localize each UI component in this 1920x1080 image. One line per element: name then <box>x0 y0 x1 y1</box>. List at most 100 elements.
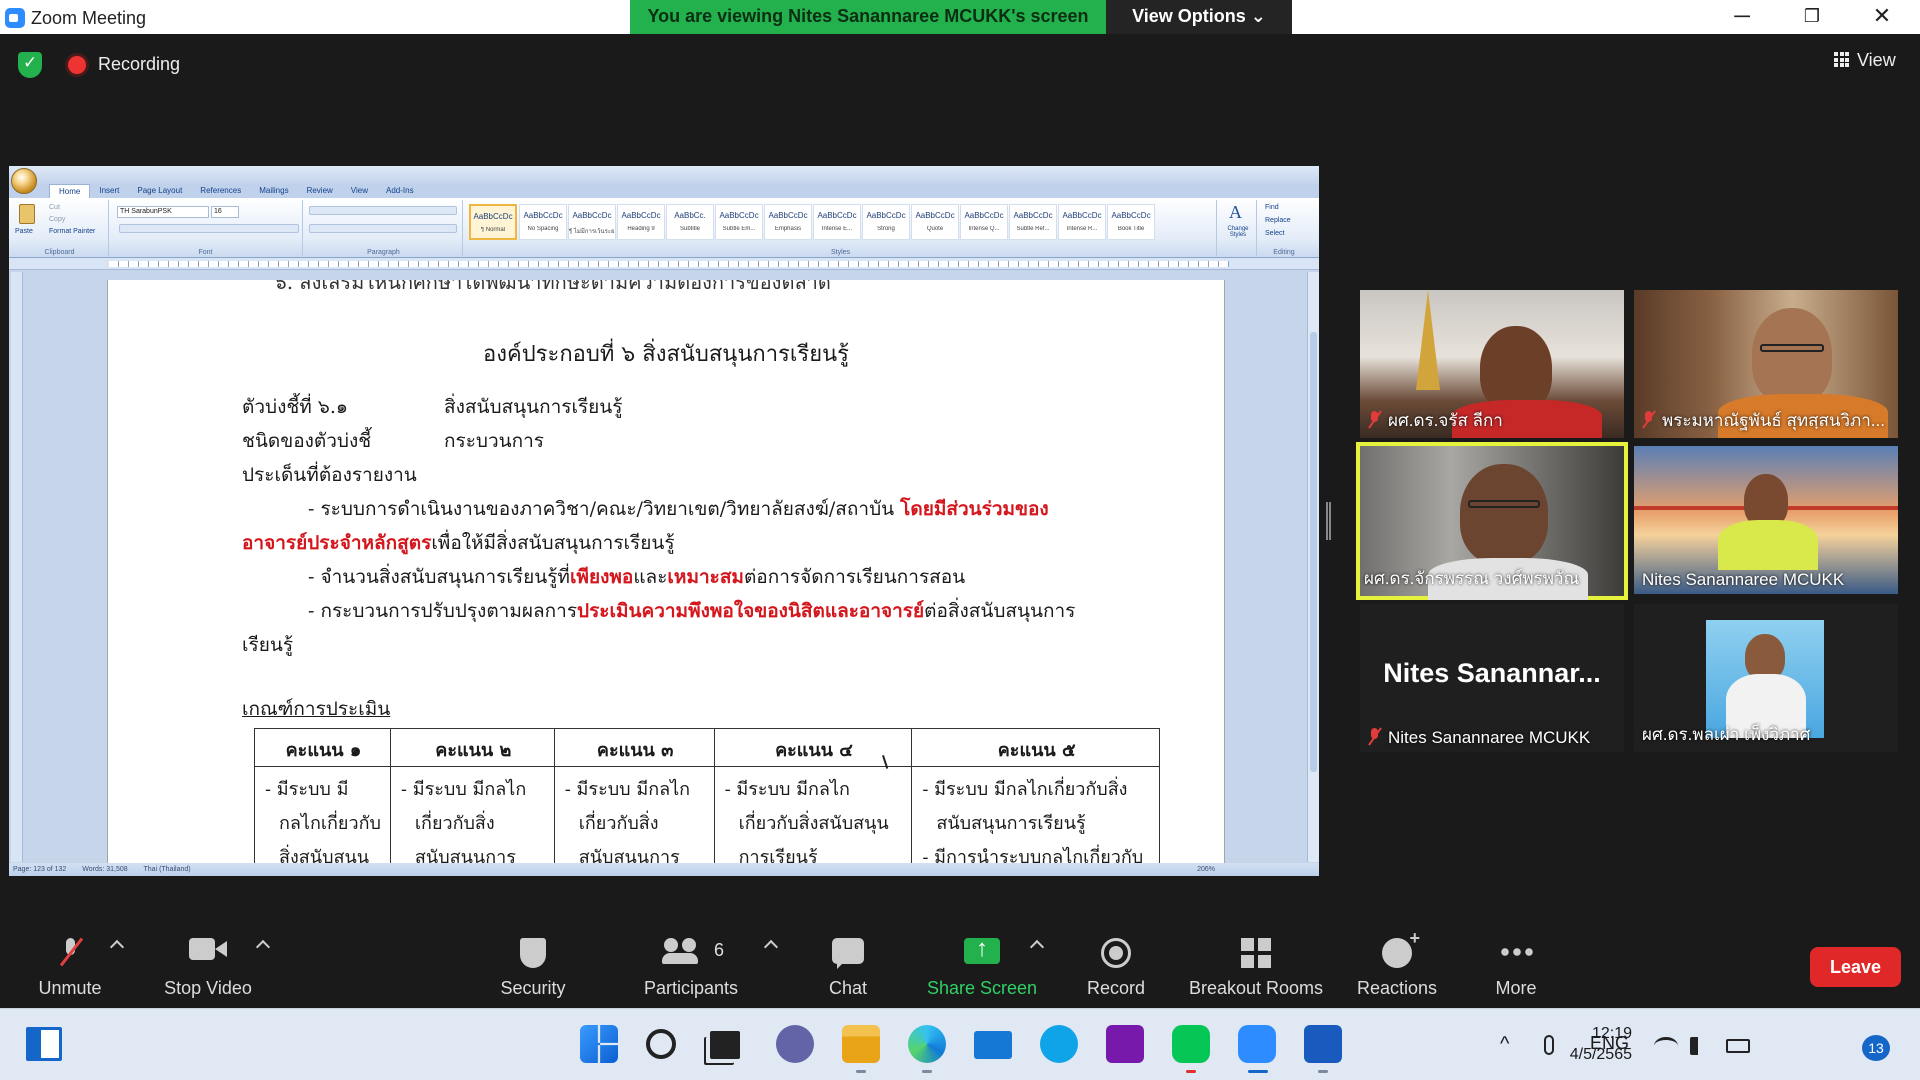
participant-tile-2[interactable]: พระมหาณัฐพันธ์ สุทสฺสนวิภา... <box>1634 290 1898 438</box>
status-words[interactable]: Words: 31,508 <box>82 866 127 873</box>
battery-icon[interactable] <box>1726 1039 1750 1053</box>
participant-tile-3-active-speaker[interactable]: ผศ.ดร.จักรพรรณ วงศ์พรพวัณ <box>1356 442 1628 600</box>
change-styles-icon[interactable]: A <box>1229 202 1242 223</box>
search-icon[interactable] <box>646 1029 676 1059</box>
style-subtitle[interactable]: AaBbCc. Subtitle <box>666 204 714 240</box>
copy-button[interactable]: Copy <box>49 216 65 223</box>
alignment-buttons[interactable] <box>309 224 457 233</box>
participant-name: Nites Sanannaree MCUKK <box>1642 570 1845 589</box>
style-book-title[interactable]: AaBbCcDc Book Title <box>1107 204 1155 240</box>
gallery-splitter-handle[interactable] <box>1326 502 1331 540</box>
tab-view[interactable]: View <box>342 184 377 198</box>
style-no-spacing[interactable]: AaBbCcDc No Spacing <box>519 204 567 240</box>
font-size-select[interactable]: 16 <box>211 206 239 218</box>
font-name-select[interactable]: TH SarabunPSK <box>117 206 209 218</box>
line-app-icon[interactable] <box>1172 1025 1210 1063</box>
shared-screen-word[interactable]: Home Insert Page Layout References Maili… <box>9 166 1319 876</box>
find-button[interactable]: Find <box>1265 204 1279 211</box>
security-button[interactable]: Security <box>486 920 580 1008</box>
view-button[interactable]: View <box>1834 50 1896 71</box>
edge-browser-icon[interactable] <box>908 1025 946 1063</box>
file-explorer-icon[interactable] <box>842 1025 880 1063</box>
reactions-button[interactable]: Reactions <box>1350 920 1444 1008</box>
tab-insert[interactable]: Insert <box>90 184 128 198</box>
zoom-app-icon[interactable] <box>1238 1025 1276 1063</box>
style-subtle-reference[interactable]: AaBbCcDc Subtle Ref... <box>1009 204 1057 240</box>
participants-button[interactable]: 6 Participants <box>630 920 752 1008</box>
style-subtle-emphasis[interactable]: AaBbCcDc Subtle Em... <box>715 204 763 240</box>
criteria-label: เกณฑ์การประเมิน <box>242 698 391 720</box>
style-emphasis[interactable]: AaBbCcDc Emphasis <box>764 204 812 240</box>
paste-button[interactable]: Paste <box>15 228 33 235</box>
chat-button[interactable]: Chat <box>808 920 888 1008</box>
start-windows-icon[interactable] <box>580 1025 618 1063</box>
font-format-buttons[interactable] <box>119 224 299 233</box>
tab-review[interactable]: Review <box>298 184 342 198</box>
widgets-icon[interactable] <box>26 1027 62 1061</box>
breakout-rooms-button[interactable]: Breakout Rooms <box>1182 920 1330 1008</box>
tab-page-layout[interactable]: Page Layout <box>128 184 191 198</box>
cut-button[interactable]: Cut <box>49 204 60 211</box>
select-button[interactable]: Select <box>1265 230 1284 237</box>
office-button-icon[interactable] <box>11 168 37 194</box>
unmute-button[interactable]: Unmute <box>22 920 118 1008</box>
tab-add-ins[interactable]: Add-Ins <box>377 184 423 198</box>
style-heading-9[interactable]: AaBbCcDc Heading 9 <box>617 204 665 240</box>
notification-count-badge[interactable]: 13 <box>1862 1035 1890 1061</box>
format-painter-button[interactable]: Format Painter <box>49 228 95 235</box>
paste-icon[interactable] <box>19 204 35 224</box>
skype-icon[interactable] <box>1040 1025 1078 1063</box>
encryption-shield-icon[interactable] <box>18 52 42 78</box>
participant-tile-5[interactable]: Nites Sanannar... Nites Sanannaree MCUKK <box>1360 604 1624 752</box>
mail-icon[interactable] <box>974 1031 1012 1059</box>
style-intense-quote[interactable]: AaBbCcDc Intense Q... <box>960 204 1008 240</box>
vertical-ruler[interactable] <box>11 272 23 862</box>
share-screen-button[interactable]: Share Screen <box>920 920 1044 1008</box>
volume-icon[interactable] <box>1690 1037 1712 1055</box>
style-quote[interactable]: AaBbCcDc Quote <box>911 204 959 240</box>
horizontal-ruler[interactable] <box>9 258 1319 270</box>
minimize-button[interactable]: ─ <box>1712 0 1772 34</box>
change-styles-button[interactable]: Change Styles <box>1220 226 1256 238</box>
status-page[interactable]: Page: 123 of 132 <box>13 866 66 873</box>
status-zoom[interactable]: 206% <box>1197 863 1215 876</box>
status-language[interactable]: Thai (Thailand) <box>144 866 191 873</box>
document-page[interactable]: ๖. ส่งเสริมให้นักศึกษาได้พัฒนาทักษะตามคว… <box>107 280 1225 870</box>
tab-home[interactable]: Home <box>49 184 91 198</box>
clipboard-group: Paste Cut Copy Format Painter Clipboard <box>11 200 109 256</box>
participant-tile-6[interactable]: ผศ.ดร.พลเผ่า เพ็งวิภาศ <box>1634 604 1898 752</box>
teams-chat-icon[interactable] <box>776 1025 814 1063</box>
close-button[interactable]: ✕ <box>1852 0 1912 34</box>
onenote-icon[interactable] <box>1106 1025 1144 1063</box>
vertical-scrollbar[interactable] <box>1307 272 1319 862</box>
restore-button[interactable]: ❐ <box>1782 0 1842 34</box>
record-button[interactable]: Record <box>1074 920 1158 1008</box>
style-normal[interactable]: AaBbCcDc ¶ Normal <box>469 204 517 240</box>
view-options-button[interactable]: View Options ⌄ <box>1106 0 1292 34</box>
participant-tile-4[interactable]: Nites Sanannaree MCUKK <box>1634 446 1898 594</box>
recording-label[interactable]: Recording <box>98 54 180 75</box>
replace-button[interactable]: Replace <box>1265 217 1291 224</box>
wifi-icon[interactable] <box>1654 1037 1678 1055</box>
style-intense-emphasis[interactable]: AaBbCcDc Intense E... <box>813 204 861 240</box>
task-view-icon[interactable] <box>710 1031 740 1059</box>
list-buttons[interactable] <box>309 206 457 215</box>
style-intense-reference[interactable]: AaBbCcDc Intense R... <box>1058 204 1106 240</box>
show-hidden-icons-chevron-icon[interactable]: ^ <box>1500 1033 1509 1056</box>
tab-mailings[interactable]: Mailings <box>250 184 297 198</box>
paragraph-group: Paragraph <box>305 200 463 256</box>
stop-video-button[interactable]: Stop Video <box>150 920 266 1008</box>
indicator-value: สิ่งสนับสนุนการเรียนรู้ <box>444 396 623 418</box>
tab-references[interactable]: References <box>191 184 250 198</box>
table-cell: - มีระบบ มีกลไกเกี่ยวกับสิ่งสนับสนุนการเ… <box>713 766 913 870</box>
clipboard-group-label: Clipboard <box>44 249 75 256</box>
taskbar-clock[interactable]: 12:19 4/5/2565 <box>1542 1023 1632 1065</box>
more-button[interactable]: More <box>1476 920 1556 1008</box>
table-cell: - มีระบบ มี กลไกเกี่ยวกับ สิ่งสนับสนุน <box>254 766 391 870</box>
participant-tile-1[interactable]: ผศ.ดร.จรัส ลีกา <box>1360 290 1624 438</box>
style-strong[interactable]: AaBbCcDc Strong <box>862 204 910 240</box>
participants-options-chevron-icon[interactable] <box>763 939 779 955</box>
leave-button[interactable]: Leave <box>1810 947 1901 987</box>
word-app-icon[interactable] <box>1304 1025 1342 1063</box>
style-thai-no-spacing[interactable]: AaBbCcDc ¶ ไม่มีการเว้นระยะ <box>568 204 616 240</box>
